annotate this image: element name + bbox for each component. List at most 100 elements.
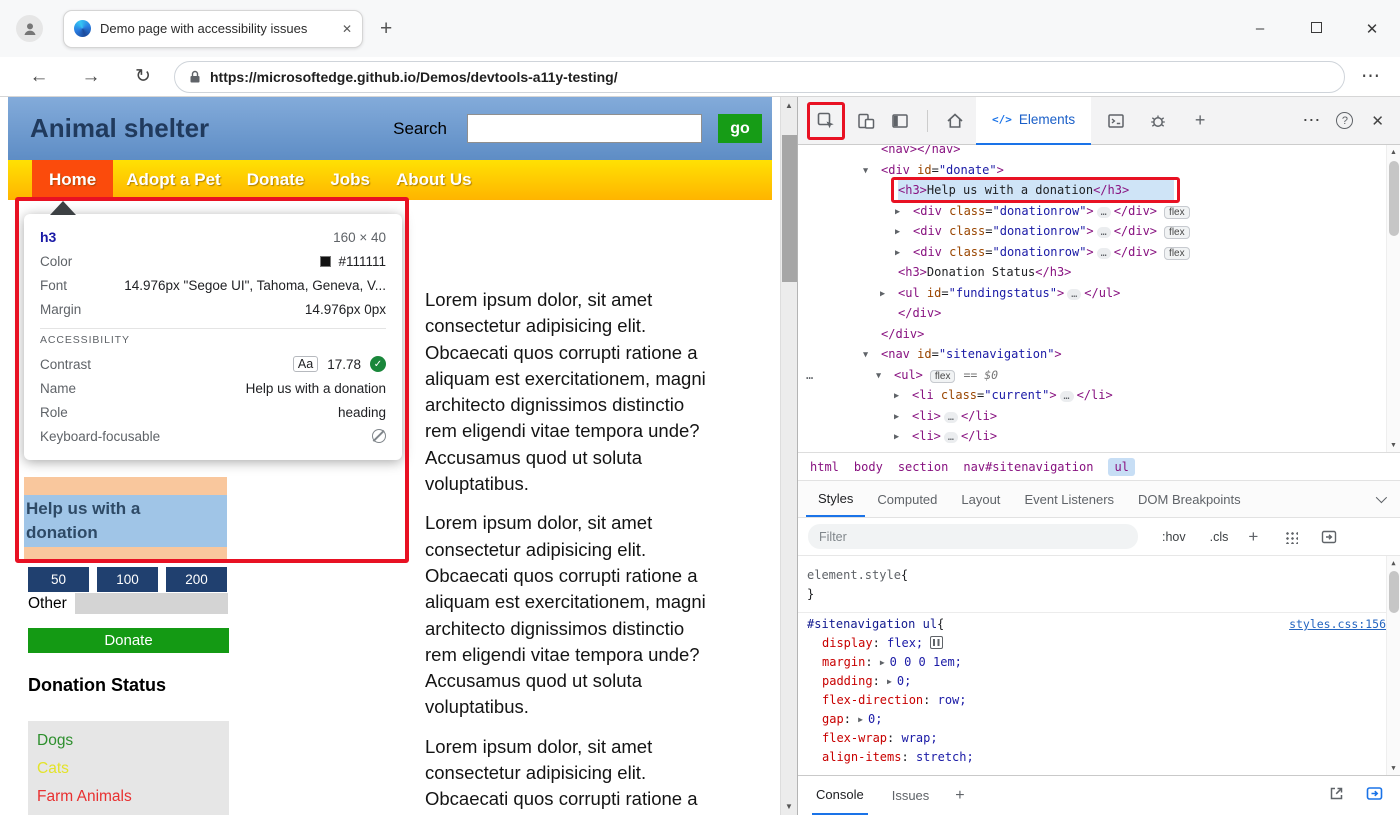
css-declaration[interactable]: flex-direction: row; (807, 691, 1386, 710)
nav-item-donate[interactable]: Donate (234, 160, 318, 200)
nav-item-about-us[interactable]: About Us (383, 160, 485, 200)
dom-tree-node[interactable]: ▼<div id="donate"> (798, 160, 1400, 181)
expand-arrow-icon[interactable]: ▶ (880, 284, 898, 305)
tab-computed[interactable]: Computed (865, 481, 949, 517)
close-window-button[interactable]: ✕ (1344, 20, 1400, 38)
page-scrollbar[interactable]: ▲ ▼ (780, 97, 797, 815)
scroll-up-icon[interactable]: ▲ (1387, 556, 1400, 570)
dom-tree-node[interactable]: ▶<div class="donationrow">…</div>flex (798, 201, 1400, 222)
dom-tree-node[interactable]: ▶<div class="donationrow">…</div>flex (798, 242, 1400, 263)
scrollbar-thumb[interactable] (1389, 571, 1399, 613)
scroll-up-icon[interactable]: ▲ (781, 97, 797, 114)
expand-inline-icon[interactable]: … (1067, 289, 1081, 300)
tab-dom-breakpoints[interactable]: DOM Breakpoints (1126, 481, 1253, 517)
scroll-up-icon[interactable]: ▲ (1387, 145, 1400, 159)
css-declaration[interactable]: gap: ▶0; (807, 710, 1386, 729)
collapse-arrow-icon[interactable]: ▼ (876, 366, 894, 387)
breadcrumb-item-body[interactable]: body (854, 460, 883, 474)
breadcrumb-item-section[interactable]: section (898, 460, 949, 474)
tab-elements[interactable]: </> Elements (976, 97, 1091, 145)
add-panel-button[interactable]: + (1183, 104, 1217, 138)
nav-item-jobs[interactable]: Jobs (317, 160, 383, 200)
dom-tree-node[interactable]: ▶<div class="donationrow">…</div>flex (798, 221, 1400, 242)
forward-button[interactable]: → (78, 66, 104, 88)
console-panel-button[interactable] (1099, 104, 1133, 138)
css-declaration[interactable]: padding: ▶0; (807, 672, 1386, 691)
search-input[interactable] (467, 114, 702, 143)
dom-tree-node[interactable]: </div> (798, 303, 1400, 324)
tab-styles[interactable]: Styles (806, 481, 865, 517)
toggle-hover-state-button[interactable]: :hov (1162, 530, 1186, 544)
donate-button[interactable]: Donate (28, 628, 229, 653)
refresh-button[interactable]: ↻ (130, 65, 156, 88)
devtools-menu-icon[interactable]: ⋯ (1302, 110, 1320, 131)
expand-arrow-icon[interactable]: ▶ (894, 407, 912, 428)
new-tab-button[interactable]: + (380, 17, 392, 41)
expand-value-icon[interactable]: ▶ (858, 715, 863, 724)
minimize-button[interactable]: – (1232, 20, 1288, 37)
scroll-down-icon[interactable]: ▼ (1387, 438, 1400, 452)
scroll-down-icon[interactable]: ▼ (1387, 761, 1400, 775)
chevron-down-icon[interactable] (1376, 492, 1387, 503)
expand-inline-icon[interactable]: … (1097, 227, 1111, 238)
nav-item-adopt-a-pet[interactable]: Adopt a Pet (113, 160, 233, 200)
expand-arrow-icon[interactable]: ▶ (895, 202, 913, 223)
dock-panel-button[interactable] (883, 104, 917, 138)
expand-arrow-icon[interactable]: ▶ (894, 386, 912, 407)
node-menu-icon[interactable]: … (806, 365, 814, 386)
dom-tree-node[interactable]: ▶<ul id="fundingstatus">…</ul> (798, 283, 1400, 304)
device-emulation-button[interactable] (849, 104, 883, 138)
inspected-heading[interactable]: Help us with a donation (24, 495, 227, 547)
toggle-class-button[interactable]: .cls (1210, 530, 1229, 544)
expand-arrow-icon[interactable]: ▶ (894, 427, 912, 448)
dom-tree-node[interactable]: ▶<li class="current">…</li> (798, 385, 1400, 406)
expand-inline-icon[interactable]: … (1097, 248, 1111, 259)
scroll-down-icon[interactable]: ▼ (781, 798, 797, 815)
drawer-add-tab-button[interactable]: + (955, 787, 964, 805)
browser-menu-icon[interactable]: ⋯ (1361, 65, 1380, 88)
tab-close-icon[interactable]: ✕ (342, 22, 352, 36)
home-panel-button[interactable] (938, 104, 972, 138)
elements-scrollbar[interactable]: ▲ ▼ (1386, 145, 1400, 452)
expand-value-icon[interactable]: ▶ (880, 658, 885, 667)
tab-event-listeners[interactable]: Event Listeners (1012, 481, 1126, 517)
dom-tree-node[interactable]: ▶<li>…</li> (798, 406, 1400, 427)
expand-inline-icon[interactable]: … (944, 432, 958, 443)
inspect-element-button[interactable] (809, 104, 843, 138)
computed-panel-icon[interactable] (1320, 528, 1338, 546)
expand-value-icon[interactable]: ▶ (887, 677, 892, 686)
maximize-button[interactable] (1288, 20, 1344, 37)
dom-tree-node[interactable]: ▶<li>…</li> (798, 426, 1400, 447)
scrollbar-thumb[interactable] (782, 135, 797, 282)
debugger-panel-button[interactable] (1141, 104, 1175, 138)
dom-tree-node[interactable]: ▼<nav id="sitenavigation"> (798, 344, 1400, 365)
breadcrumb-item-html[interactable]: html (810, 460, 839, 474)
drawer-tab-issues[interactable]: Issues (888, 776, 934, 815)
amount-button-50[interactable]: 50 (28, 567, 89, 592)
open-panel-icon[interactable] (1328, 785, 1345, 807)
expand-drawer-icon[interactable] (1365, 784, 1384, 808)
collapse-arrow-icon[interactable]: ▼ (863, 161, 881, 182)
styles-scrollbar[interactable]: ▲ ▼ (1386, 556, 1400, 775)
expand-inline-icon[interactable]: … (1060, 391, 1074, 402)
help-button[interactable]: ? (1336, 112, 1353, 129)
nav-item-home[interactable]: Home (32, 160, 113, 200)
expand-inline-icon[interactable]: … (1097, 207, 1111, 218)
scrollbar-thumb[interactable] (1389, 161, 1399, 236)
dom-tree-node[interactable]: <nav></nav> (798, 145, 1400, 160)
styles-filter-input[interactable] (808, 524, 1138, 549)
amount-button-100[interactable]: 100 (97, 567, 158, 592)
new-style-rule-button[interactable]: + (1248, 527, 1258, 547)
search-go-button[interactable]: go (718, 114, 762, 143)
other-amount-input[interactable] (75, 593, 228, 614)
profile-avatar[interactable] (16, 15, 43, 42)
expand-arrow-icon[interactable]: ▶ (895, 243, 913, 264)
expand-inline-icon[interactable]: … (944, 412, 958, 423)
flex-editor-icon[interactable] (930, 636, 943, 649)
address-bar[interactable]: https://microsoftedge.github.io/Demos/de… (174, 61, 1345, 93)
dom-tree-node[interactable]: …▼<ul>flex== $0 (798, 365, 1400, 386)
collapse-arrow-icon[interactable]: ▼ (863, 345, 881, 366)
expand-arrow-icon[interactable]: ▶ (895, 222, 913, 243)
grid-settings-icon[interactable] (1284, 530, 1298, 544)
breadcrumb-item-nav-sitenavigation[interactable]: nav#sitenavigation (963, 460, 1093, 474)
